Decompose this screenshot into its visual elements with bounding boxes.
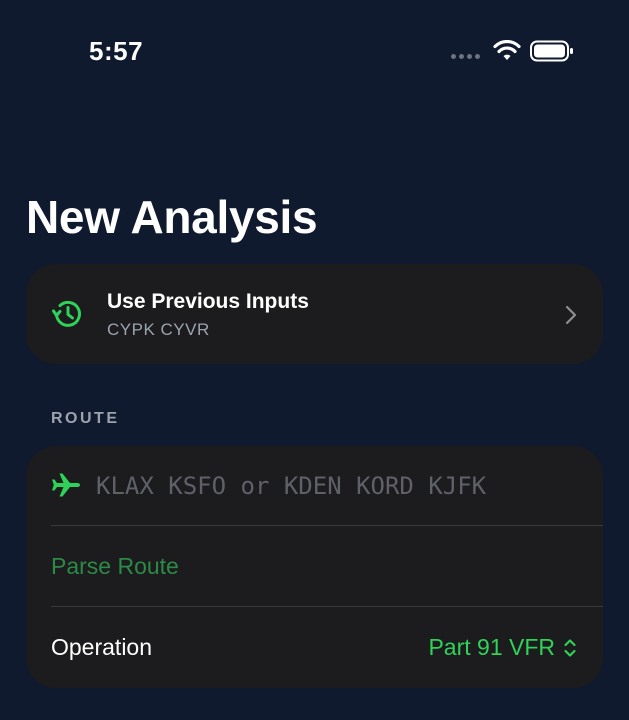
divider [51, 606, 603, 607]
history-icon [52, 300, 81, 327]
airplane-icon [52, 473, 80, 497]
route-input[interactable] [96, 466, 576, 506]
divider [51, 525, 603, 526]
parse-route-button[interactable]: Parse Route [51, 553, 179, 580]
chevron-right-icon [565, 305, 577, 325]
page-title: New Analysis [26, 191, 318, 243]
status-time: 5:57 [89, 36, 144, 66]
previous-inputs-subtitle: CYPK CYVR [107, 320, 210, 339]
operation-picker[interactable]: Part 91 VFR [428, 634, 577, 661]
status-bar: 5:57 [0, 0, 629, 100]
signal-dots-icon [451, 54, 480, 59]
use-previous-inputs-button[interactable]: Use Previous Inputs CYPK CYVR [26, 264, 603, 364]
battery-icon [530, 40, 573, 62]
operation-value: Part 91 VFR [428, 634, 555, 660]
chevron-up-down-icon [564, 638, 576, 657]
wifi-icon [493, 40, 521, 60]
previous-inputs-title: Use Previous Inputs [107, 290, 309, 313]
operation-label: Operation [51, 634, 153, 660]
route-section-label: ROUTE [51, 410, 120, 427]
route-card: Parse Route Operation Part 91 VFR [26, 446, 603, 688]
